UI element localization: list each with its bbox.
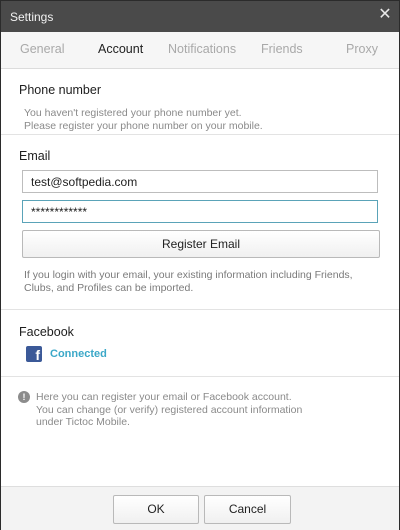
cancel-button[interactable]: Cancel [204,495,291,524]
settings-window: Settings ✕ General Account Notifications… [0,0,400,530]
password-field[interactable]: ************ [22,200,378,223]
tab-bar: General Account Notifications Friends Pr… [1,32,399,69]
facebook-status: Connected [50,348,107,360]
email-field[interactable]: test@softpedia.com [22,170,378,193]
phone-desc-line2: Please register your phone number on you… [24,120,263,132]
facebook-section-label: Facebook [19,325,74,339]
window-title: Settings [10,10,54,24]
tab-friends[interactable]: Friends [261,42,303,56]
phone-desc-line1: You haven't registered your phone number… [24,107,242,119]
facebook-icon-letter: f [35,347,40,363]
dialog-footer: OK Cancel [1,486,399,530]
tab-proxy[interactable]: Proxy [346,42,378,56]
divider [1,309,399,310]
register-email-button[interactable]: Register Email [22,230,380,258]
info-line2: You can change (or verify) registered ac… [36,403,303,416]
title-bar[interactable]: Settings ✕ [1,1,399,32]
close-icon[interactable]: ✕ [377,6,393,24]
email-section-label: Email [19,149,51,163]
tab-general[interactable]: General [20,42,64,56]
info-note: Here you can register your email or Face… [36,391,302,429]
info-line1: Here you can register your email or Face… [36,391,292,403]
phone-section-label: Phone number [19,83,102,97]
ok-button[interactable]: OK [113,495,199,524]
tab-account[interactable]: Account [98,42,143,56]
divider [1,376,399,377]
info-icon: ! [18,391,30,403]
info-line3: under Tictoc Mobile. [36,416,130,428]
email-desc-line2: Clubs, and Profiles can be imported. [24,282,194,294]
email-desc-line1: If you login with your email, your exist… [24,269,353,281]
divider [1,134,399,135]
facebook-icon: f [26,346,42,363]
tab-notifications[interactable]: Notifications [168,42,236,56]
